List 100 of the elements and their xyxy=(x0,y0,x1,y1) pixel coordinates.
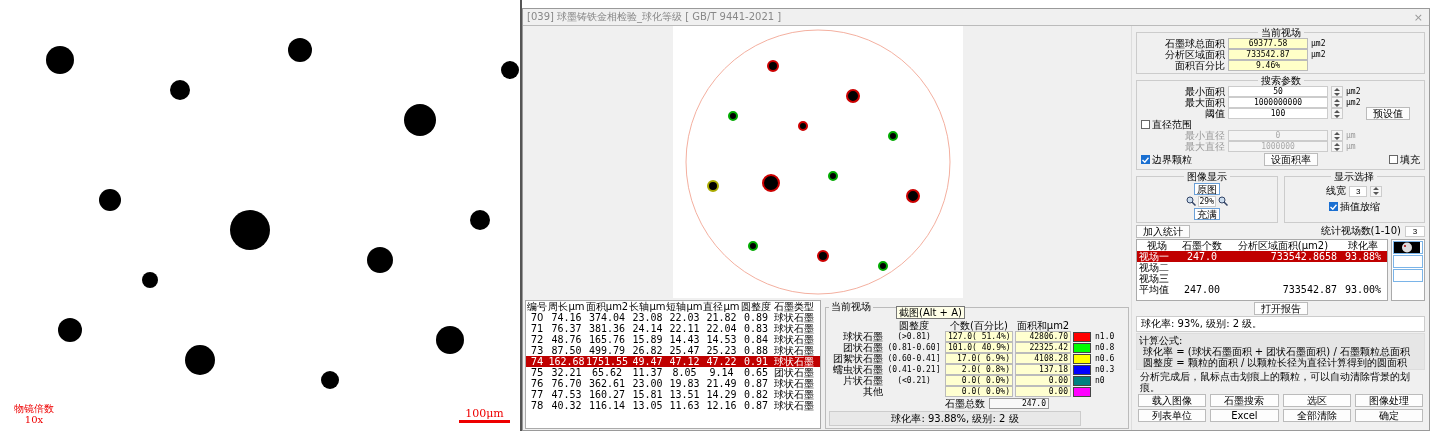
column-header: 面积μm2 xyxy=(585,301,629,312)
formula-text: 球化率 = (球状石墨面积 + 团状石墨面积) / 石墨颗粒总面积 xyxy=(1143,346,1411,357)
column-header: 长轴μm xyxy=(629,301,666,312)
line-width-field[interactable]: 3 xyxy=(1349,185,1368,197)
table-row[interactable]: 平均值 247.00 733542.87 93.00% xyxy=(1137,284,1387,295)
value-field[interactable]: 733542.87 xyxy=(1228,49,1308,60)
action-button[interactable]: 石墨搜索 xyxy=(1210,394,1279,407)
zoom-in-icon[interactable] xyxy=(1185,196,1196,206)
action-button[interactable]: 图像处理 xyxy=(1354,394,1423,407)
checkbox[interactable] xyxy=(1389,155,1398,164)
add-stats-button[interactable]: 加入统计 xyxy=(1136,224,1190,238)
column-header: 直径μm xyxy=(703,301,740,312)
checkbox[interactable] xyxy=(1141,155,1150,164)
table-row[interactable]: 71 76.37 381.36 24.14 22.11 22.04 0.83 球状石墨 xyxy=(526,323,820,334)
area-field[interactable]: 137.18 xyxy=(1015,364,1071,375)
area-field[interactable]: 22325.42 xyxy=(1015,342,1071,353)
row-label: 其他 xyxy=(863,386,883,397)
preset-button[interactable]: 预设值 xyxy=(1366,107,1410,120)
field-label: 分析区域面积 xyxy=(1164,48,1225,60)
thumbnail-slot[interactable] xyxy=(1393,269,1423,282)
table-row[interactable]: 70 74.16 374.04 23.08 22.03 21.82 0.89 球状石墨 xyxy=(526,312,820,323)
spin-button[interactable] xyxy=(1370,185,1383,197)
column-header: 面积和μm2 xyxy=(1015,320,1071,331)
action-button[interactable]: 选区 xyxy=(1282,394,1351,407)
table-cell-text: 165.76 xyxy=(587,334,627,345)
checkbox-label[interactable]: 插值放缩 xyxy=(1339,199,1380,214)
count-field[interactable]: 17.0( 6.9%) xyxy=(945,353,1013,364)
input-field[interactable]: 50 xyxy=(1228,86,1328,97)
unit-label: μm2 xyxy=(1346,98,1361,107)
table-row[interactable]: 77 47.53 160.27 15.81 13.51 14.29 0.82 球状石墨 xyxy=(526,389,820,400)
checkbox-label[interactable]: 边界颗粒 xyxy=(1152,152,1192,167)
thumbnail-slot[interactable] xyxy=(1393,255,1423,268)
checkbox-label[interactable]: 填充 xyxy=(1400,152,1420,167)
table-cell-text: 0.87 xyxy=(742,378,770,389)
area-field[interactable]: 0.00 xyxy=(1015,386,1071,397)
range-label: (<0.21) xyxy=(896,375,932,386)
area-field[interactable]: 0.00 xyxy=(1015,375,1071,386)
area-field[interactable]: 42806.70 xyxy=(1015,331,1071,342)
table-row[interactable]: 视场三 xyxy=(1137,273,1387,284)
table-cell-text: 22.04 xyxy=(705,323,738,334)
table-cell-text: 13.51 xyxy=(668,389,701,400)
input-field[interactable]: 1000000000 xyxy=(1228,97,1328,108)
table-row[interactable]: 73 87.50 499.79 26.82 25.47 25.23 0.88 球状石墨 xyxy=(526,345,820,356)
table-cell-text: 25.47 xyxy=(668,345,701,356)
grade-label: n1.0 xyxy=(1095,331,1116,342)
action-button[interactable]: 确定 xyxy=(1354,409,1423,422)
total-field[interactable]: 247.0 xyxy=(989,398,1049,409)
table-cell-text: 78 xyxy=(529,400,545,411)
column-header: 视场 xyxy=(1147,240,1168,251)
table-cell-text: 72 xyxy=(529,334,545,345)
table-row[interactable]: 视场二 xyxy=(1137,262,1387,273)
table-row[interactable]: 75 32.21 65.62 11.37 8.05 9.14 0.65 团状石墨 xyxy=(526,367,820,378)
field-label: 石墨球总面积 xyxy=(1164,36,1225,49)
open-report-button[interactable]: 打开报告 xyxy=(1253,302,1308,315)
action-button[interactable]: 全部清除 xyxy=(1282,409,1351,422)
original-button[interactable]: 原图 xyxy=(1193,182,1220,195)
table-cell: 162.68 xyxy=(548,356,585,367)
table-row[interactable]: 74 162.68 1751.55 49.47 47.12 47.22 0.91 球状石墨 xyxy=(526,356,820,367)
table-cell-text: 平均值 xyxy=(1138,284,1170,295)
count-field[interactable]: 127.0( 51.4%) xyxy=(945,331,1013,342)
count-field[interactable]: 3 xyxy=(1405,225,1425,237)
table-cell-text: 733542.87 xyxy=(1281,284,1338,295)
table-cell-text: 0.91 xyxy=(742,356,770,367)
area-rate-button[interactable]: 设面积率 xyxy=(1263,153,1318,166)
checkbox[interactable] xyxy=(1328,202,1338,211)
table-cell-text: 23.00 xyxy=(631,378,664,389)
formula-title: 计算公式: xyxy=(1139,335,1184,346)
hint-text: 分析完成后，鼠标点击划痕上的颗粒，可以自动清除背景的划痕。 xyxy=(1139,371,1411,393)
table-cell-text: 视场三 xyxy=(1138,273,1170,284)
area-field[interactable]: 4108.28 xyxy=(1015,353,1071,364)
input-field[interactable]: 100 xyxy=(1228,108,1328,119)
count-field[interactable]: 0.0( 0.0%) xyxy=(945,375,1013,386)
action-button[interactable]: 列表单位 xyxy=(1138,409,1207,422)
table-cell-text: 73 xyxy=(529,345,545,356)
checkbox-label[interactable]: 直径范围 xyxy=(1152,117,1192,132)
checkbox[interactable] xyxy=(1141,120,1150,129)
table-row[interactable]: 视场一 247.0 733542.8658 93.88% xyxy=(1137,251,1387,262)
table-cell-text: 12.16 xyxy=(705,400,738,411)
action-button[interactable]: Excel xyxy=(1210,409,1279,422)
table-cell-text: 733542.8658 xyxy=(1269,251,1338,262)
table-cell-text: 160.27 xyxy=(587,389,627,400)
count-field[interactable]: 0.0( 0.0%) xyxy=(945,386,1013,397)
up-down-arrows-icon xyxy=(1334,131,1340,140)
grade-label: n0.8 xyxy=(1095,342,1116,353)
count-field[interactable]: 101.0( 40.9%) xyxy=(945,342,1013,353)
table-row[interactable]: 76 76.70 362.61 23.00 19.83 21.49 0.87 球状石墨 xyxy=(526,378,820,389)
table-row[interactable]: 72 48.76 165.76 15.89 14.43 14.53 0.84 球状石墨 xyxy=(526,334,820,345)
grade-label: n0 xyxy=(1095,375,1106,386)
action-button[interactable]: 载入图像 xyxy=(1138,394,1207,407)
value-field[interactable]: 69377.58 xyxy=(1228,38,1308,49)
table-row[interactable]: 78 40.32 116.14 13.05 11.63 12.16 0.87 球状石墨 xyxy=(526,400,820,411)
value-field[interactable]: 9.46% xyxy=(1228,60,1308,71)
up-down-arrows-icon xyxy=(1334,87,1340,96)
fit-button[interactable]: 充满 xyxy=(1193,207,1220,220)
table-cell-text: 14.43 xyxy=(668,334,701,345)
column-header: 分析区域面积(μm2) xyxy=(1236,240,1329,251)
group-title: 当前视场 xyxy=(830,300,872,314)
count-field[interactable]: 2.0( 0.8%) xyxy=(945,364,1013,375)
zoom-out-icon[interactable] xyxy=(1217,196,1228,206)
table-cell-text: 381.36 xyxy=(587,323,627,334)
